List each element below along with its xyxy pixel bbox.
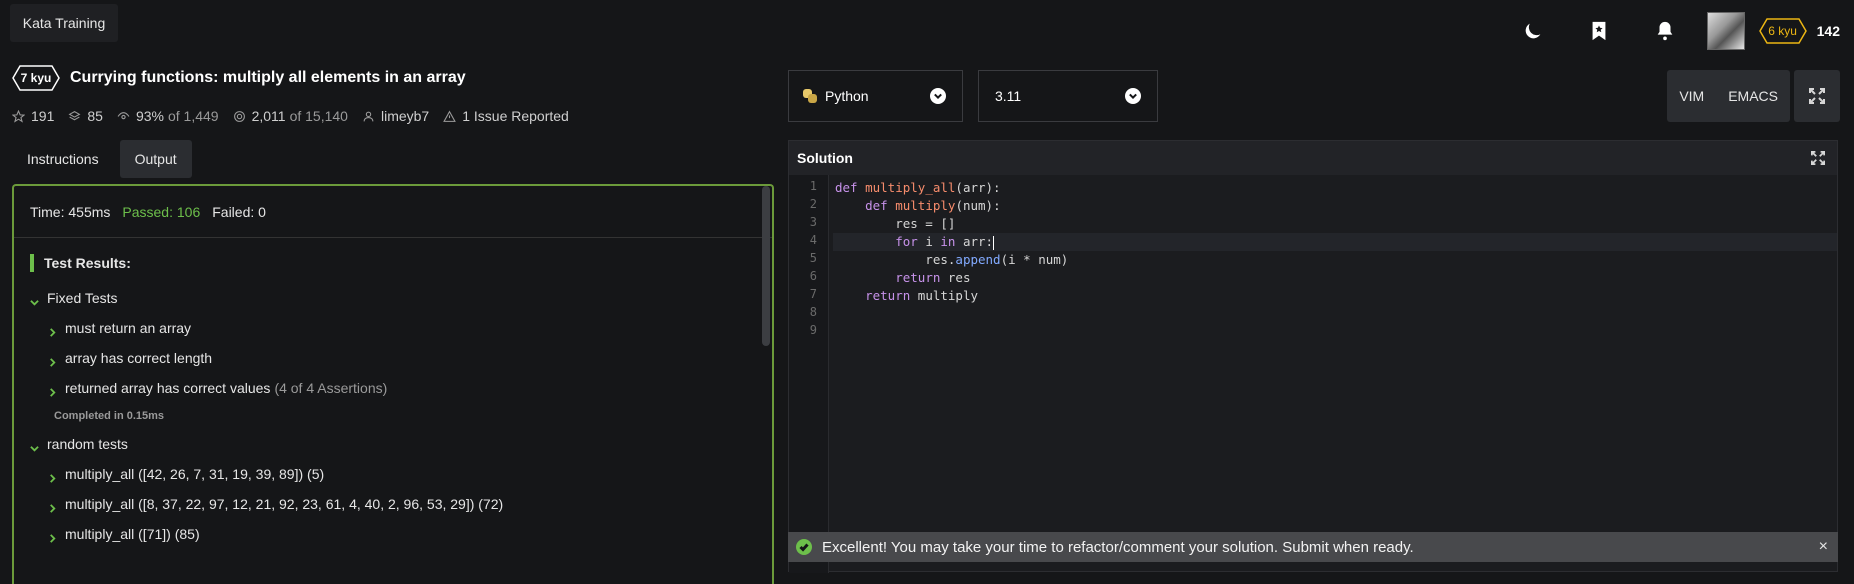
eye-icon bbox=[117, 110, 130, 123]
code-line: def multiply_all(arr): bbox=[835, 180, 1001, 195]
test-results-heading: Test Results: bbox=[30, 254, 131, 272]
code-line: res = [] bbox=[835, 216, 956, 231]
code-line: return multiply bbox=[865, 288, 978, 303]
avatar[interactable] bbox=[1706, 12, 1745, 50]
chevron-down-icon bbox=[30, 294, 39, 306]
passed-label: Passed: 106 bbox=[122, 203, 201, 220]
output-scrollbar[interactable] bbox=[762, 186, 770, 346]
chevron-right-icon bbox=[48, 384, 57, 397]
line-number: 5 bbox=[809, 251, 817, 265]
language-select[interactable]: Python bbox=[788, 70, 963, 122]
output-summary: Time: 455ms Passed: 106 Failed: 0 bbox=[14, 186, 772, 238]
moon-icon[interactable] bbox=[1521, 19, 1545, 43]
test-item[interactable]: multiply_all ([42, 26, 7, 31, 19, 39, 89… bbox=[48, 466, 324, 483]
chevron-down-icon bbox=[1125, 88, 1141, 104]
user-icon bbox=[362, 110, 375, 123]
time-label: Time: 455ms bbox=[30, 203, 111, 220]
fullscreen-icon[interactable] bbox=[1811, 151, 1825, 165]
line-gutter: 1 2 3 4 5 6 7 8 9 bbox=[789, 175, 829, 573]
editor-header: Solution bbox=[789, 141, 1837, 175]
assertions-count: (4 of 4 Assertions) bbox=[274, 380, 388, 396]
editor-modes: VIM EMACS bbox=[1667, 70, 1840, 122]
bell-icon[interactable] bbox=[1653, 19, 1677, 43]
completed-stat: 2,011 of 15,140 bbox=[233, 108, 348, 124]
check-circle-icon bbox=[796, 539, 812, 555]
python-icon bbox=[803, 89, 817, 103]
author-stat[interactable]: limeyb7 bbox=[362, 108, 429, 124]
code-line: return res bbox=[895, 270, 971, 285]
line-number: 2 bbox=[809, 197, 817, 211]
panel-tabs: Instructions Output bbox=[12, 140, 192, 178]
chevron-down-icon bbox=[930, 88, 946, 104]
chevron-right-icon bbox=[48, 500, 57, 513]
solution-title: Solution bbox=[797, 150, 853, 166]
line-number: 6 bbox=[809, 269, 817, 283]
star-icon bbox=[11, 109, 26, 123]
code-line-current: for i in arr: bbox=[833, 233, 1837, 251]
random-tests-group[interactable]: random tests bbox=[30, 436, 128, 452]
kata-training-button[interactable]: Kata Training bbox=[10, 4, 118, 42]
chevron-down-icon bbox=[30, 440, 39, 452]
code-line: def multiply(num): bbox=[865, 198, 1001, 213]
target-icon bbox=[233, 110, 246, 123]
kata-rank-badge: 7 kyu bbox=[12, 65, 60, 91]
honor-count: 142 bbox=[1816, 23, 1840, 39]
test-item[interactable]: array has correct length bbox=[48, 350, 212, 367]
line-number: 8 bbox=[809, 305, 817, 319]
notice-text: Excellent! You may take your time to ref… bbox=[822, 538, 1414, 556]
vim-mode-button[interactable]: VIM bbox=[1667, 88, 1716, 104]
chevron-right-icon bbox=[48, 470, 57, 483]
chevron-right-icon bbox=[48, 530, 57, 543]
keybinding-mode-group: VIM EMACS bbox=[1667, 70, 1790, 122]
satisfaction-stat: 93% of 1,449 bbox=[117, 108, 219, 124]
bookmark-icon[interactable] bbox=[1587, 19, 1611, 43]
fixed-tests-group[interactable]: Fixed Tests bbox=[30, 290, 118, 306]
tab-instructions[interactable]: Instructions bbox=[12, 140, 114, 178]
completed-time: Completed in 0.15ms bbox=[54, 410, 165, 422]
close-icon[interactable]: × bbox=[1819, 538, 1828, 556]
test-item[interactable]: returned array has correct values (4 of … bbox=[48, 380, 388, 397]
line-number: 9 bbox=[809, 323, 817, 337]
top-bar: Kata Training 6 kyu 142 bbox=[0, 0, 1854, 56]
issues-stat[interactable]: 1 Issue Reported bbox=[443, 108, 569, 124]
collections-stat[interactable]: 85 bbox=[68, 108, 103, 124]
text-cursor bbox=[993, 235, 995, 250]
version-select[interactable]: 3.11 bbox=[978, 70, 1158, 122]
line-number: 7 bbox=[809, 287, 817, 301]
top-icons: 6 kyu 142 bbox=[1521, 12, 1854, 50]
line-number: 1 bbox=[809, 179, 817, 193]
output-panel: Time: 455ms Passed: 106 Failed: 0 Test R… bbox=[12, 184, 774, 584]
chevron-right-icon bbox=[48, 324, 57, 337]
layers-icon bbox=[68, 110, 81, 123]
results-accent-bar bbox=[30, 254, 34, 272]
tab-output[interactable]: Output bbox=[119, 140, 192, 178]
failed-label: Failed: 0 bbox=[212, 203, 266, 220]
kata-title: Currying functions: multiply all element… bbox=[70, 69, 466, 86]
expand-button[interactable] bbox=[1794, 70, 1840, 122]
stars-stat[interactable]: 191 bbox=[11, 108, 54, 124]
emacs-mode-button[interactable]: EMACS bbox=[1716, 88, 1790, 104]
line-number: 3 bbox=[809, 215, 817, 229]
expand-icon bbox=[1809, 88, 1825, 104]
kata-header: 7 kyu Currying functions: multiply all e… bbox=[12, 65, 466, 91]
test-item[interactable]: multiply_all ([8, 37, 22, 97, 12, 21, 92… bbox=[48, 496, 503, 513]
chevron-right-icon bbox=[48, 354, 57, 367]
solution-editor[interactable]: Solution 1 2 3 4 5 6 7 8 9 def multiply_… bbox=[788, 140, 1838, 573]
test-item[interactable]: multiply_all ([71]) (85) bbox=[48, 526, 200, 543]
success-notice: Excellent! You may take your time to ref… bbox=[788, 532, 1838, 562]
warning-icon bbox=[443, 110, 457, 123]
user-rank-badge: 6 kyu bbox=[1758, 18, 1807, 44]
test-item[interactable]: must return an array bbox=[48, 320, 191, 337]
code-line: res.append(i * num) bbox=[835, 252, 1069, 267]
line-number: 4 bbox=[809, 233, 817, 247]
kata-stats: 191 85 93% of 1,449 2,011 of 15,140 lime… bbox=[11, 108, 569, 124]
